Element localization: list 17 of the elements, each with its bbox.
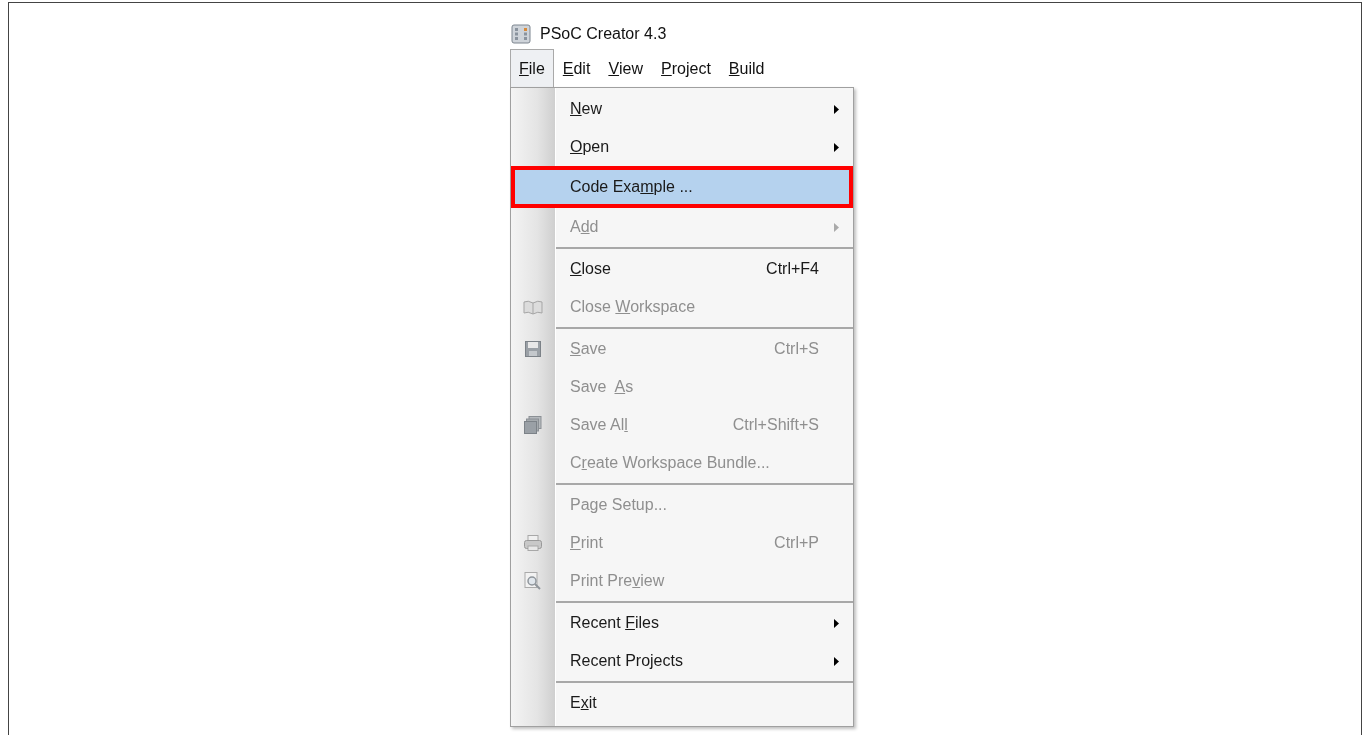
app-grid-icon [511,24,531,44]
menu-bar-item[interactable]: Build [719,49,774,87]
printer-icon [524,535,542,551]
menu-item[interactable]: New [511,90,853,128]
window-title: PSoC Creator 4.3 [540,25,667,43]
stacked-disks-icon [524,416,542,434]
menu-bar-item[interactable]: File [510,49,554,87]
menu-item[interactable]: Open [511,128,853,166]
menu-bar-item[interactable]: Edit [553,49,600,87]
menu-bar-item[interactable]: Project [652,49,720,87]
menu-bar-item[interactable]: View [599,49,653,87]
menu-item[interactable]: Code Example ... [511,166,853,208]
menu-item[interactable]: Close Ctrl+F4 [511,250,853,288]
print-preview-icon [524,572,542,590]
menu-item[interactable]: Recent Files [511,604,853,642]
menu-item[interactable]: Exit [511,684,853,722]
menu-item[interactable]: Recent Projects [511,642,853,680]
